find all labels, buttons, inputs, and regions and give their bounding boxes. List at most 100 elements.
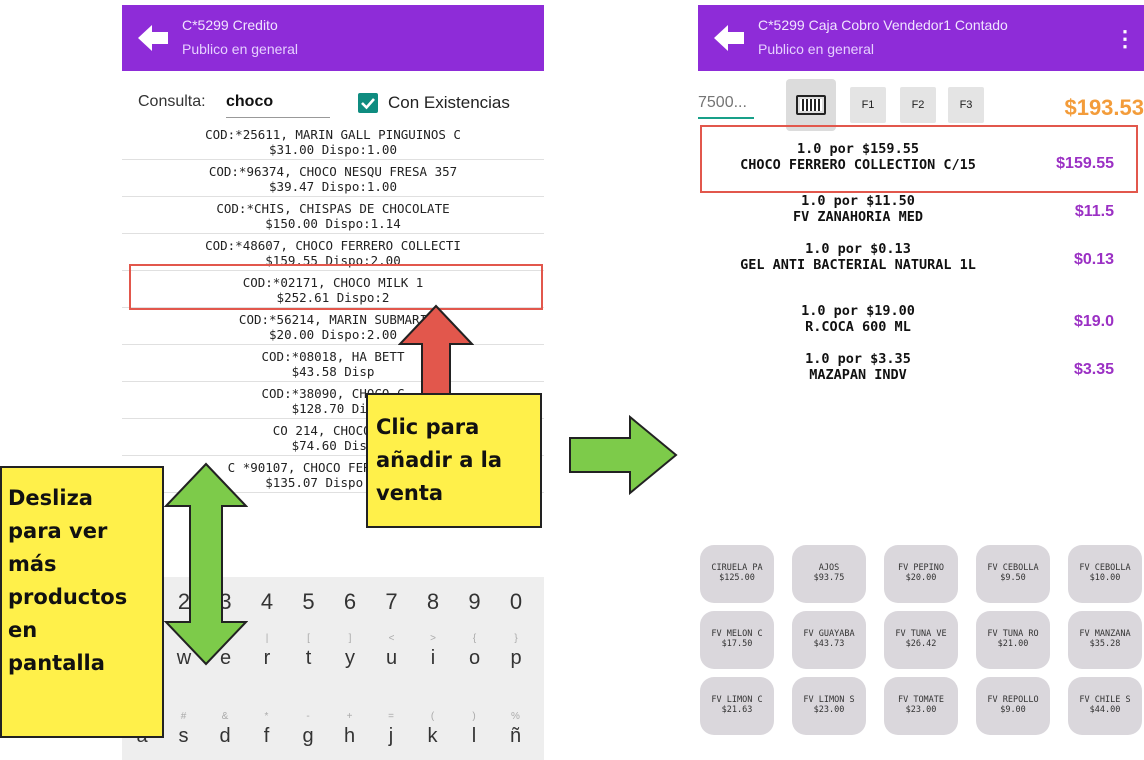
keyboard-key[interactable]: ) l	[456, 707, 492, 757]
up-arrow-red	[398, 304, 474, 395]
product-button-name: AJOS	[818, 563, 840, 573]
product-button-price: $20.00	[905, 573, 937, 583]
stock-checkbox[interactable]	[358, 93, 378, 113]
keyboard-key[interactable]: } p	[498, 629, 534, 679]
product-quick-button[interactable]: FV CEBOLLA $9.50	[976, 545, 1050, 603]
sale-item-price: $19.0	[1073, 313, 1114, 330]
keyboard-key[interactable]: % ñ	[498, 707, 534, 757]
product-quick-button[interactable]: FV REPOLLO $9.00	[976, 677, 1050, 735]
product-quick-button[interactable]: FV LIMON C $21.63	[700, 677, 774, 735]
sale-item-row[interactable]: 1.0 por $19.00 R.COCA 600 ML $19.0	[698, 301, 1144, 349]
product-button-price: $23.00	[813, 705, 845, 715]
keyboard-key[interactable]: ] y	[332, 629, 368, 679]
product-button-price: $43.73	[813, 639, 845, 649]
keyboard-key[interactable]: # s	[166, 707, 202, 757]
product-button-price: $21.63	[721, 705, 753, 715]
callout-line: Clic para	[376, 415, 480, 439]
key-label: r	[263, 647, 271, 669]
list-item[interactable]: COD:*08018, HA BETT $43.58 Disp	[122, 345, 544, 382]
more-vert-icon[interactable]: ⋮	[1114, 25, 1136, 53]
keyboard-key[interactable]: (k	[415, 707, 451, 757]
stock-checkbox-label[interactable]: Con Existencias	[388, 93, 510, 113]
keyboard-key[interactable]: 5	[291, 579, 327, 629]
product-quick-button[interactable]: FV CHILE S $44.00	[1068, 677, 1142, 735]
item-price-line: $150.00 Dispo:1.14	[265, 216, 401, 231]
product-quick-button[interactable]: FV MELON C $17.50	[700, 611, 774, 669]
product-quick-button[interactable]: FV TOMATE $23.00	[884, 677, 958, 735]
key-label: s	[178, 725, 189, 747]
list-item[interactable]: COD:*CHIS, CHISPAS DE CHOCOLATE $150.00 D…	[122, 197, 544, 234]
sale-item-description: 1.0 por $3.35 MAZAPAN INDV	[698, 351, 1018, 383]
header-subtitle: Publico en general	[182, 41, 298, 57]
keyboard-key[interactable]: = j	[373, 707, 409, 757]
product-button-name: FV TUNA RO	[987, 629, 1039, 639]
keyboard-key[interactable]: 6	[332, 579, 368, 629]
keyboard-key[interactable]: 0	[498, 579, 534, 629]
list-item[interactable]: COD:*96374, CHOCO NESQU FRESA 357 $39.47 …	[122, 160, 544, 197]
keyboard-key[interactable]: [t	[291, 629, 327, 679]
sale-item-row[interactable]: 1.0 por $3.35 MAZAPAN INDV $3.35	[698, 349, 1144, 397]
search-input[interactable]	[226, 93, 330, 118]
product-quick-button[interactable]: FV TUNA RO $21.00	[976, 611, 1050, 669]
back-arrow-icon[interactable]	[712, 23, 746, 53]
keyboard-key[interactable]: 7	[374, 579, 410, 629]
sale-toolbar: F1 F2 F3 $193.53	[698, 79, 1144, 131]
query-label: Consulta:	[138, 93, 206, 110]
search-row: Consulta: Con Existencias	[122, 73, 544, 123]
sale-item-price: $3.35	[1073, 361, 1114, 378]
key-alt-label: #	[180, 711, 187, 722]
f3-button[interactable]: F3	[948, 87, 984, 123]
key-alt-label: [	[307, 633, 310, 644]
product-button-name: CIRUELA PA	[711, 563, 763, 573]
product-button-price: $21.00	[997, 639, 1029, 649]
key-alt-label: -	[306, 711, 310, 722]
keyboard-key[interactable]: -g	[290, 707, 326, 757]
list-item[interactable]: COD:*25611, MARIN GALL PINGUINOS C $31.00…	[122, 123, 544, 160]
key-alt-label: ]	[348, 633, 352, 644]
keyboard-key[interactable]: 4	[249, 579, 285, 629]
barcode-icon	[796, 95, 826, 115]
sale-item-row[interactable]: 1.0 por $0.13 GEL ANTI BACTERIAL NATURAL …	[698, 239, 1144, 301]
product-code-input[interactable]	[698, 89, 754, 119]
barcode-scan-button[interactable]	[786, 79, 836, 131]
product-button-price: $44.00	[1089, 705, 1121, 715]
f2-button[interactable]: F2	[900, 87, 936, 123]
keyboard-key[interactable]: * f	[249, 707, 285, 757]
key-alt-label: }	[514, 633, 518, 644]
keyboard-key[interactable]: + h	[332, 707, 368, 757]
product-quick-button[interactable]: FV PEPINO $20.00	[884, 545, 958, 603]
check-icon	[361, 98, 375, 110]
item-code-line: COD:*CHIS, CHISPAS DE CHOCOLATE	[216, 201, 450, 216]
header-title: C*5299 Caja Cobro Vendedor1 Contado	[758, 17, 1008, 33]
product-quick-button[interactable]: FV GUAYABA $43.73	[792, 611, 866, 669]
sale-item-row[interactable]: 1.0 por $11.50 FV ZANAHORIA MED $11.5	[698, 191, 1144, 239]
product-quick-button[interactable]: FV CEBOLLA $10.00	[1068, 545, 1142, 603]
keyboard-key[interactable]: > i	[415, 629, 451, 679]
back-arrow-icon[interactable]	[136, 23, 170, 53]
callout-line: en	[8, 618, 38, 642]
key-label: 6	[343, 589, 357, 614]
sale-item-price: $11.5	[1074, 203, 1114, 220]
item-price-line: $39.47 Dispo:1.00	[269, 179, 397, 194]
key-label: 9	[468, 589, 481, 614]
f1-button[interactable]: F1	[850, 87, 886, 123]
keyboard-key[interactable]: & d	[207, 707, 243, 757]
callout-line: más	[8, 552, 57, 576]
product-button-name: FV MANZANA	[1079, 629, 1131, 639]
key-alt-label: (	[430, 711, 435, 722]
product-quick-button[interactable]: CIRUELA PA $125.00	[700, 545, 774, 603]
key-label: 8	[426, 589, 440, 614]
product-quick-button[interactable]: FV LIMON S $23.00	[792, 677, 866, 735]
product-quick-button[interactable]: FV MANZANA $35.28	[1068, 611, 1142, 669]
product-quick-button[interactable]: FV TUNA VE $26.42	[884, 611, 958, 669]
keyboard-key[interactable]: | r	[249, 629, 285, 679]
keyboard-key[interactable]: < u	[374, 629, 410, 679]
vertical-double-arrow-green	[164, 462, 248, 666]
keyboard-key[interactable]: 9	[457, 579, 493, 629]
keyboard-key[interactable]: 8	[415, 579, 451, 629]
product-button-price: $9.00	[1000, 705, 1026, 715]
list-item[interactable]: COD:*56214, MARIN SUBMARI $20.00 Dispo:2.…	[122, 308, 544, 345]
keyboard-key[interactable]: {o	[457, 629, 493, 679]
product-quick-button[interactable]: AJOS $93.75	[792, 545, 866, 603]
sale-item-qty: 1.0 por $11.50	[801, 193, 915, 209]
